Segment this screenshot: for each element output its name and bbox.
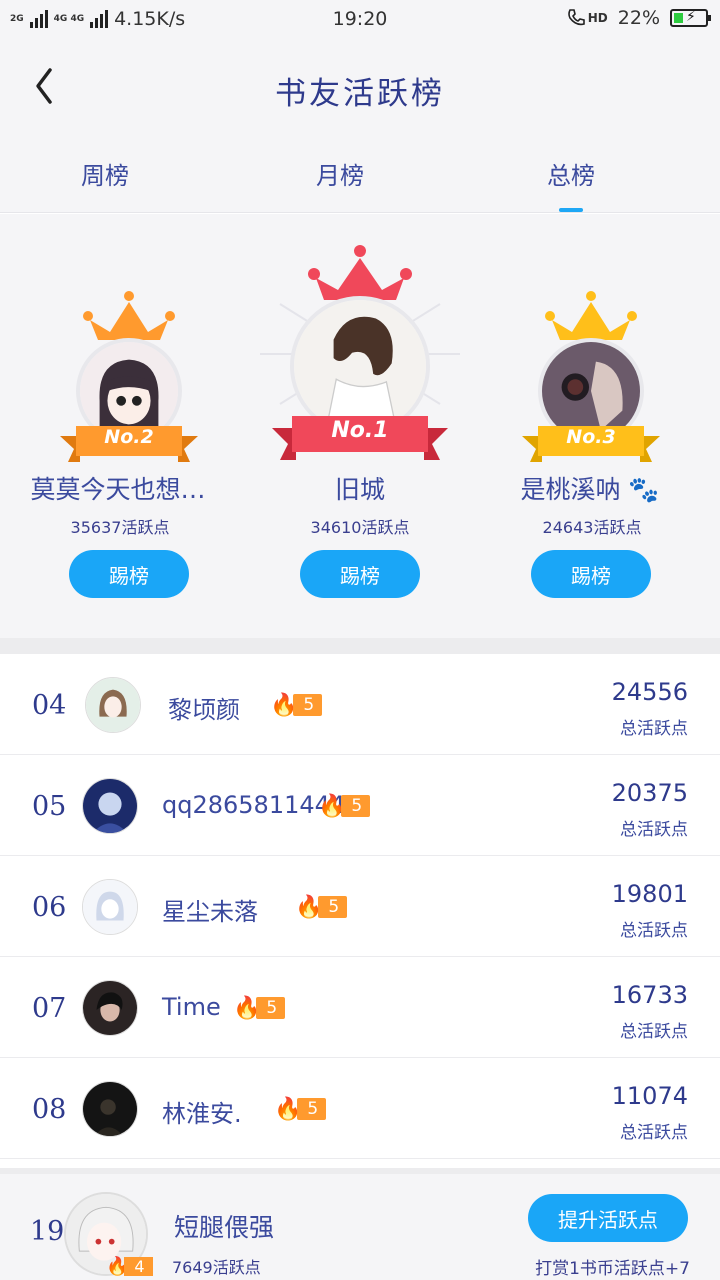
kick-rank-button[interactable]: 踢榜 bbox=[69, 550, 189, 598]
tab-label: 周榜 bbox=[81, 162, 129, 190]
avatar[interactable] bbox=[85, 677, 141, 733]
rank-tabs: 周榜 月榜 总榜 bbox=[0, 156, 720, 212]
rank-number: 06 bbox=[32, 892, 67, 923]
my-rank-number: 19 bbox=[30, 1216, 65, 1247]
level-badge: 🔥 5 bbox=[233, 995, 286, 1021]
level-badge: 🔥 5 bbox=[274, 1096, 327, 1122]
my-name: 短腿偎强 bbox=[174, 1213, 275, 1242]
avatar[interactable] bbox=[82, 879, 138, 935]
flame-icon: 🔥 bbox=[233, 995, 261, 1021]
level-value: 5 bbox=[297, 1098, 327, 1120]
hd-label: HD bbox=[587, 11, 608, 25]
reward-hint: 打赏1书币活跃点+7 bbox=[535, 1259, 690, 1279]
podium-name-text: 是桃溪呐 bbox=[520, 475, 621, 504]
crown-icon bbox=[545, 291, 637, 340]
kick-rank-button[interactable]: 踢榜 bbox=[300, 550, 420, 598]
level-badge: 🔥 5 bbox=[270, 692, 323, 718]
avatar[interactable] bbox=[82, 1081, 138, 1137]
flame-icon: 🔥 bbox=[318, 793, 346, 819]
list-item[interactable]: 06 星尘未落 🔥 5 19801 总活跃点 bbox=[0, 856, 720, 957]
boost-points-button[interactable]: 提升活跃点 bbox=[528, 1194, 688, 1242]
list-item[interactable]: 07 Time 🔥 5 16733 总活跃点 bbox=[0, 957, 720, 1058]
avatar[interactable] bbox=[82, 980, 138, 1036]
paw-icon: 🐾 bbox=[628, 475, 660, 504]
rank-number: 05 bbox=[32, 791, 67, 822]
podium-first: No.1 旧城 34610活跃点 踢榜 bbox=[240, 214, 480, 638]
podium-second: No.2 莫莫今天也想… 35637活跃点 踢榜 bbox=[0, 214, 240, 638]
my-rank-bar: 19 🔥 4 短腿偎强 7649活跃点 提升活跃点 打赏1书币活跃点+7 bbox=[0, 1168, 720, 1280]
score-value: 24556 bbox=[611, 678, 688, 706]
flame-icon: 🔥 bbox=[295, 894, 323, 920]
rank-label: No.3 bbox=[566, 426, 616, 448]
user-name: 黎顷颜 bbox=[168, 696, 240, 724]
podium-name[interactable]: 莫莫今天也想… bbox=[0, 470, 238, 506]
level-value: 4 bbox=[124, 1256, 153, 1276]
tab-label: 月榜 bbox=[316, 162, 364, 190]
level-badge: 🔥 5 bbox=[318, 793, 371, 819]
level-value: 5 bbox=[256, 997, 286, 1019]
flame-icon: 🔥 bbox=[274, 1096, 302, 1122]
rank-label: No.1 bbox=[331, 418, 389, 443]
page-header: 书友活跃榜 周榜 月榜 总榜 bbox=[0, 38, 720, 213]
rank-number: 08 bbox=[32, 1094, 67, 1125]
podium-third: No.3 是桃溪呐 🐾 24643活跃点 踢榜 bbox=[480, 214, 720, 638]
status-bar: 2G 4G 4G 4.15K/s 19:20 HD 22% ⚡ bbox=[0, 0, 720, 38]
user-name: 林淮安. bbox=[162, 1100, 242, 1128]
score-unit: 总活跃点 bbox=[620, 921, 688, 941]
battery-percent: 22% bbox=[617, 7, 660, 29]
tab-total[interactable]: 总榜 bbox=[511, 156, 631, 212]
list-item[interactable]: 08 林淮安. 🔥 5 11074 总活跃点 bbox=[0, 1058, 720, 1159]
podium-points: 34610活跃点 bbox=[310, 518, 410, 537]
tab-weekly[interactable]: 周榜 bbox=[45, 156, 165, 191]
podium-points: 24643活跃点 bbox=[542, 518, 642, 537]
page-title: 书友活跃榜 bbox=[275, 76, 445, 112]
level-badge: 🔥 4 bbox=[106, 1254, 153, 1278]
score-unit: 总活跃点 bbox=[620, 1123, 688, 1143]
level-value: 5 bbox=[318, 896, 348, 918]
score-unit: 总活跃点 bbox=[620, 719, 688, 739]
podium-name[interactable]: 旧城 bbox=[240, 470, 480, 506]
score-value: 16733 bbox=[611, 981, 688, 1009]
level-value: 5 bbox=[341, 795, 371, 817]
top-three-podium: No.2 莫莫今天也想… 35637活跃点 踢榜 No.1 旧城 34610活跃… bbox=[0, 214, 720, 638]
level-value: 5 bbox=[293, 694, 323, 716]
podium-name[interactable]: 是桃溪呐 🐾 bbox=[470, 470, 710, 506]
crown-icon bbox=[308, 245, 412, 300]
crown-icon bbox=[83, 291, 175, 340]
my-points: 7649活跃点 bbox=[172, 1258, 261, 1277]
tab-monthly[interactable]: 月榜 bbox=[280, 156, 400, 191]
battery-icon: ⚡ bbox=[670, 9, 711, 27]
score-value: 11074 bbox=[611, 1082, 688, 1110]
user-name: 星尘未落 bbox=[162, 898, 258, 926]
list-item[interactable]: 04 黎顷颜 🔥 5 24556 总活跃点 bbox=[0, 654, 720, 755]
avatar[interactable] bbox=[82, 778, 138, 834]
section-divider bbox=[0, 638, 720, 654]
rank-label: No.2 bbox=[104, 426, 154, 448]
score-unit: 总活跃点 bbox=[620, 820, 688, 840]
kick-rank-button[interactable]: 踢榜 bbox=[531, 550, 651, 598]
hd-call-icon: HD bbox=[566, 8, 608, 28]
podium-points: 35637活跃点 bbox=[70, 518, 170, 537]
tab-label: 总榜 bbox=[547, 162, 595, 190]
rank-number: 07 bbox=[32, 993, 67, 1024]
rank-number: 04 bbox=[32, 690, 67, 721]
active-tab-indicator bbox=[559, 208, 583, 212]
flame-icon: 🔥 bbox=[270, 692, 298, 718]
score-value: 19801 bbox=[611, 880, 688, 908]
score-unit: 总活跃点 bbox=[620, 1022, 688, 1042]
level-badge: 🔥 5 bbox=[295, 894, 348, 920]
user-name: Time bbox=[162, 993, 221, 1021]
list-item[interactable]: 05 qq2865811444 🔥 5 20375 总活跃点 bbox=[0, 755, 720, 856]
score-value: 20375 bbox=[611, 779, 688, 807]
